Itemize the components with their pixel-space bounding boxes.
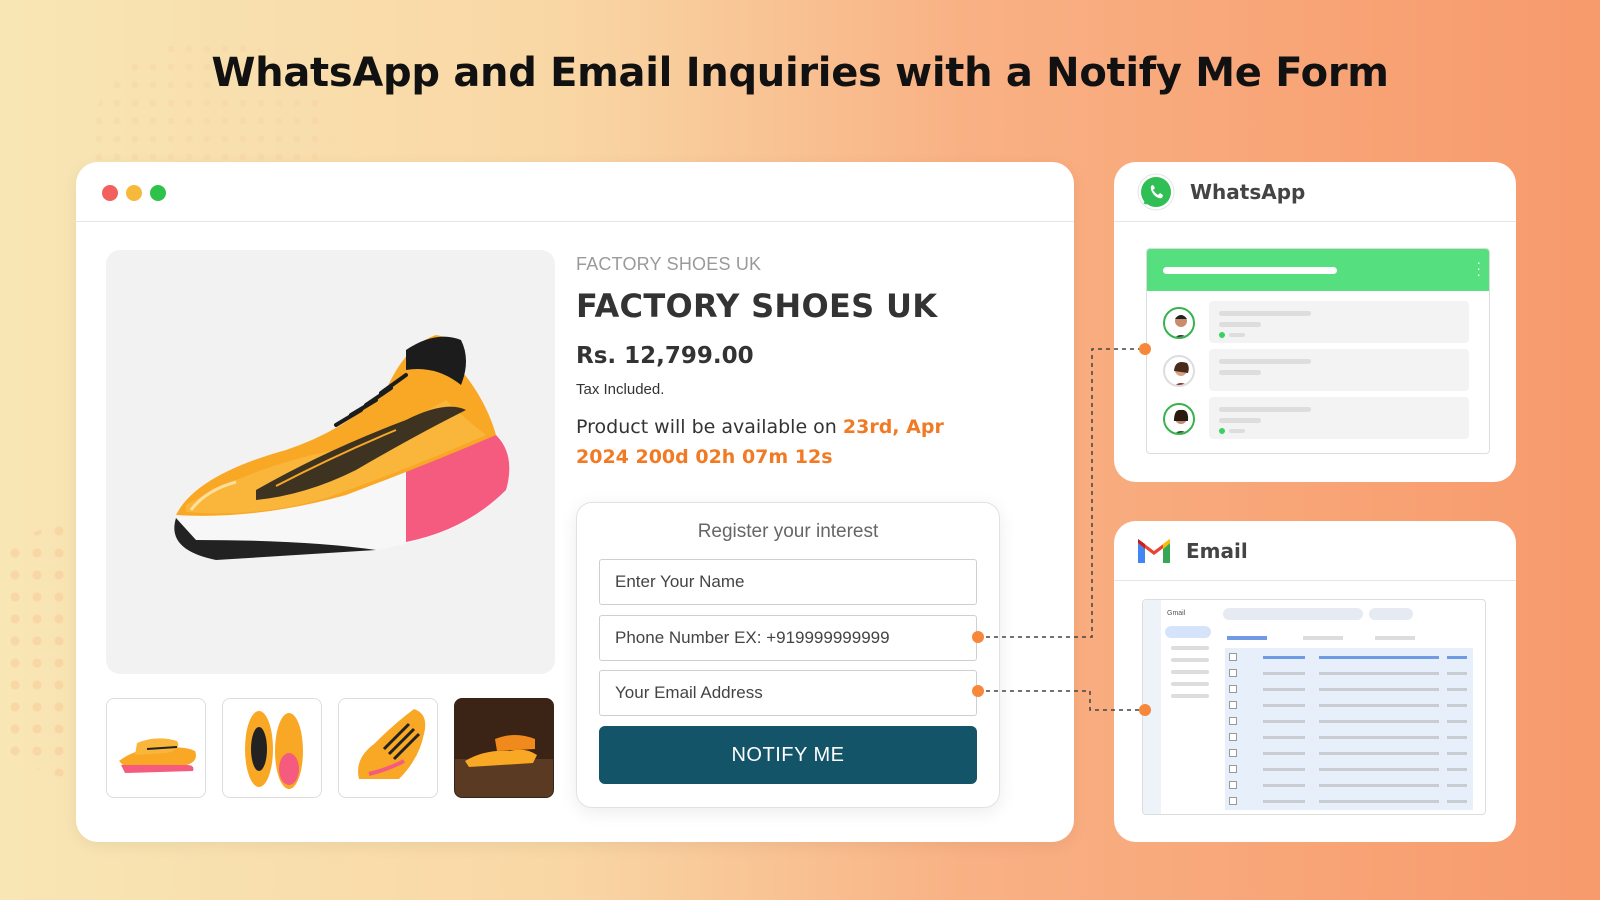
notify-me-button[interactable]: NOTIFY ME [599,726,977,784]
thumbnail-4[interactable] [454,698,554,798]
notify-me-form: Register your interest NOTIFY ME [576,502,1000,808]
chat-row [1147,397,1489,441]
close-dot-icon[interactable] [102,185,118,201]
whatsapp-icon [1137,173,1175,210]
browser-titlebar [76,162,1074,222]
avatar [1163,355,1195,387]
gmail-mockup: Gmail [1142,599,1486,815]
minimize-dot-icon[interactable] [126,185,142,201]
product-details: FACTORY SHOES UK FACTORY SHOES UK Rs. 12… [576,254,1016,472]
email-input[interactable] [599,670,977,716]
form-title: Register your interest [697,521,879,542]
thumbnail-3[interactable] [338,698,438,798]
whatsapp-mockup: · · · [1146,248,1490,454]
phone-input[interactable] [599,615,977,661]
thumbnail-2[interactable] [222,698,322,798]
tax-note: Tax Included. [576,381,665,398]
product-main-image[interactable] [106,250,555,674]
email-card-header: Email [1114,521,1516,581]
whatsapp-mock-header: · · · [1147,249,1489,291]
email-label: Email [1186,538,1248,563]
availability-prefix: Product will be available on [576,416,843,438]
whatsapp-card: WhatsApp · · · [1114,162,1516,482]
headline: WhatsApp and Email Inquiries with a Noti… [211,50,1389,96]
gmail-inbox-list [1225,648,1473,810]
gmail-icon [1138,538,1170,563]
product-price: Rs. 12,799.00 [576,343,754,369]
name-input[interactable] [599,559,977,605]
avatar [1163,403,1195,435]
product-vendor: FACTORY SHOES UK [576,254,762,274]
gmail-app-name: Gmail [1167,610,1186,617]
thumbnail-1[interactable] [106,698,206,798]
availability-text: Product will be available on 23rd, Apr 2… [576,412,976,472]
whatsapp-card-header: WhatsApp [1114,162,1516,222]
maximize-dot-icon[interactable] [150,185,166,201]
shoe-image-icon [174,335,510,560]
product-title: FACTORY SHOES UK [576,287,938,325]
thumbnail-strip [106,698,554,798]
whatsapp-label: WhatsApp [1190,179,1306,204]
chat-row [1147,349,1489,393]
browser-window: FACTORY SHOES UK FACTORY SHOES UK Rs. 12… [76,162,1074,842]
email-card: Email Gmail [1114,521,1516,842]
avatar [1163,307,1195,339]
chat-row [1147,301,1489,345]
more-vert-icon: · · · [1476,254,1481,282]
